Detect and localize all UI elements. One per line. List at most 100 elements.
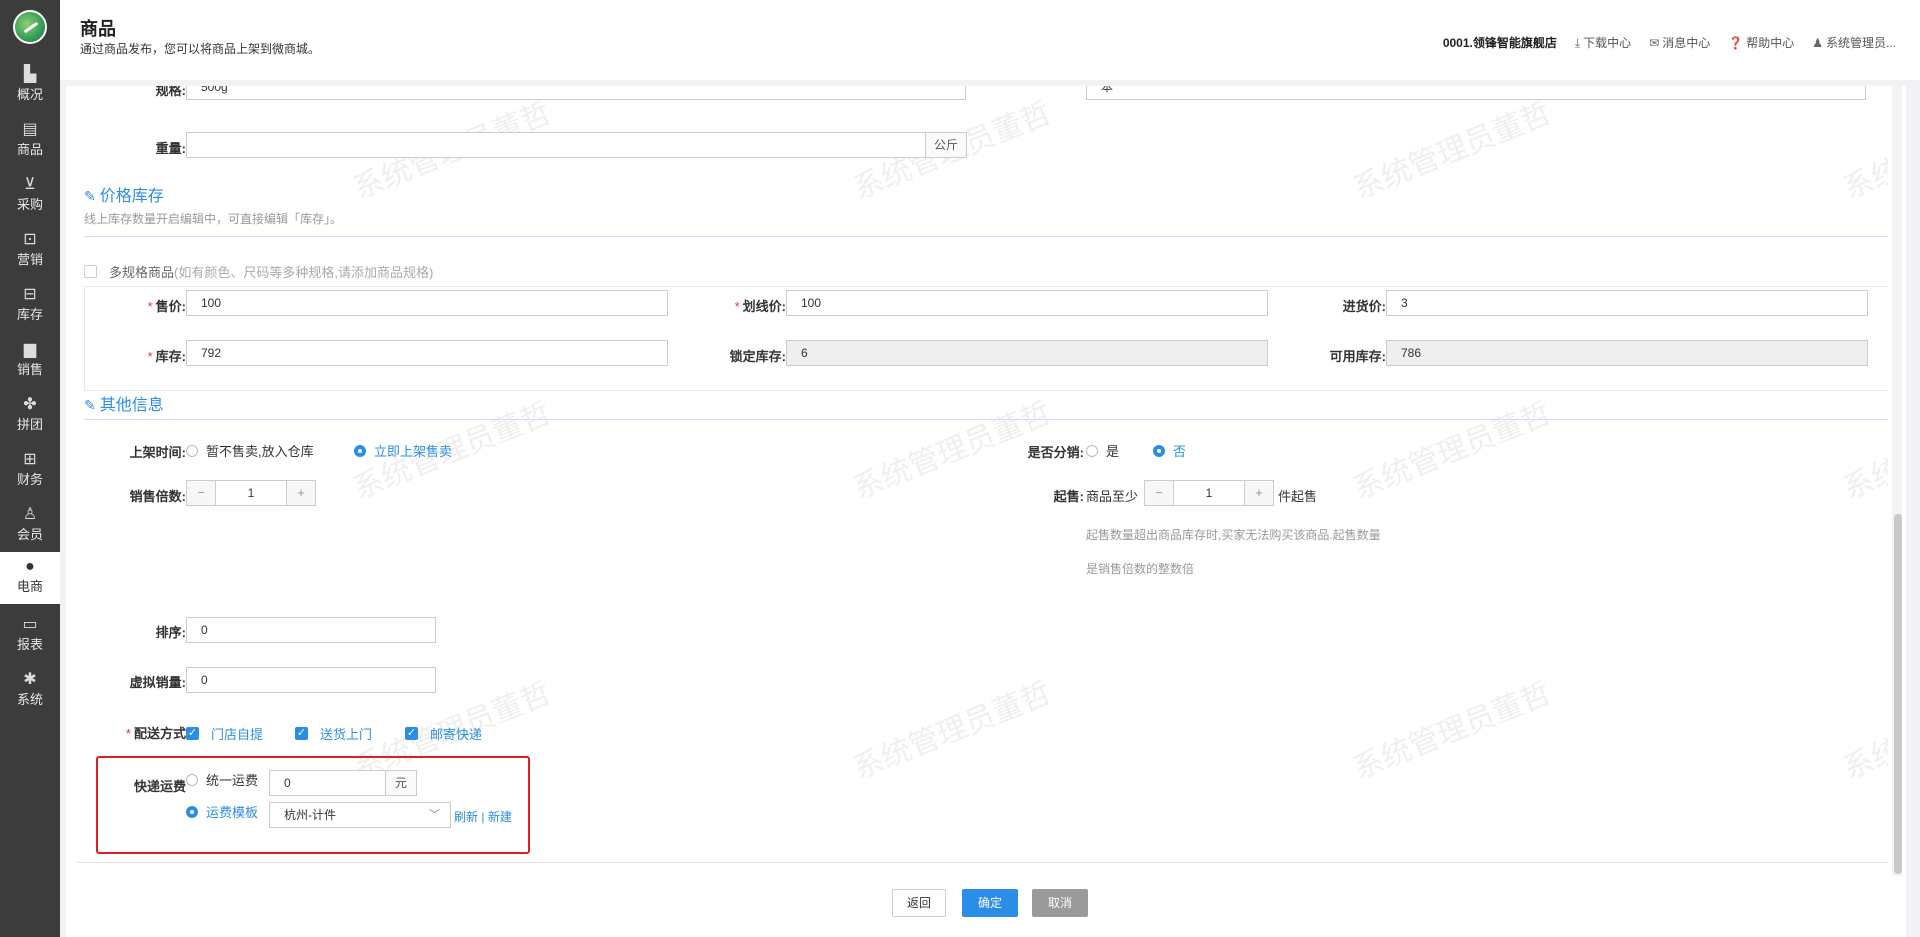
check-icon: ✓: [405, 727, 418, 740]
min-sale-prefix: 商品至少: [1086, 489, 1139, 504]
sidebar-item-inventory[interactable]: ⊟ 库存: [0, 280, 60, 332]
cost-price-label: 进货价:: [1342, 299, 1386, 314]
back-button[interactable]: 返回: [892, 889, 946, 917]
shelf-opt2-label: 立即上架售卖: [374, 444, 453, 459]
sidebar-item-purchase[interactable]: ⊻ 采购: [0, 170, 60, 222]
sale-price-label: * 售价:: [147, 299, 186, 314]
increment-button[interactable]: +: [1245, 481, 1273, 505]
confirm-button[interactable]: 确定: [962, 889, 1018, 917]
min-sale-stepper[interactable]: − 1 +: [1144, 480, 1274, 506]
radio-dot: [186, 805, 198, 818]
new-template-link[interactable]: 新建: [488, 810, 512, 824]
delivery-pickup-checkbox[interactable]: ✓ 门店自提: [186, 724, 263, 743]
min-sale-hint1: 起售数量超出商品库存时,买家无法购买该商品.起售数量: [1086, 528, 1381, 542]
help-label: 帮助中心: [1746, 36, 1795, 50]
section-divider: [84, 419, 1888, 420]
sort-input[interactable]: 0: [186, 617, 436, 643]
message-center-link[interactable]: ✉ 消息中心: [1649, 34, 1710, 51]
radio-dot: [1153, 444, 1165, 457]
delivery-express-checkbox[interactable]: ✓ 邮寄快递: [405, 724, 482, 743]
user-menu[interactable]: ♟ 系统管理员...: [1812, 34, 1896, 51]
sidebar-item-label: 财务: [16, 472, 43, 487]
sidebar-item-label: 报表: [16, 637, 43, 652]
section-divider: [84, 236, 1888, 237]
freight-template-select[interactable]: 杭州-计件 ﹀: [269, 802, 451, 828]
increment-button[interactable]: +: [287, 481, 315, 505]
main-panel: 系统管理员董哲 系统管理员董哲 系统管理员董哲 系统管理员董哲 系统管理员董哲 …: [66, 86, 1906, 937]
watermark: 系统管理员董哲: [1838, 676, 1888, 786]
download-icon: ⤓: [1574, 36, 1581, 50]
distribute-yes-radio[interactable]: 是: [1086, 441, 1119, 460]
edit-icon: ✎: [84, 397, 96, 413]
logo[interactable]: [13, 10, 47, 44]
page-title: 商品: [80, 19, 116, 39]
sidebar-item-group-buy[interactable]: ✤ 拼团: [0, 390, 60, 442]
sidebar-item-ecommerce[interactable]: ● 电商: [0, 552, 60, 604]
sidebar-item-goods[interactable]: ▤ 商品: [0, 115, 60, 167]
sidebar-item-label: 概况: [16, 87, 43, 102]
multi-spec-checkbox[interactable]: 多规格商品 (如有颜色、尺码等多种规格,请添加商品规格): [84, 262, 433, 281]
watermark: 系统管理员董哲: [1838, 396, 1888, 506]
sale-price-label-text: 售价:: [155, 299, 186, 314]
sidebar-item-sales[interactable]: ▆ 销售: [0, 335, 60, 387]
scrollbar-thumb[interactable]: [1894, 514, 1902, 874]
check-icon: ✓: [186, 727, 199, 740]
unit-select[interactable]: 本 ﹀: [1086, 86, 1866, 100]
sidebar-item-marketing[interactable]: ⊡ 营销: [0, 225, 60, 277]
strike-price-input[interactable]: 100: [786, 290, 1268, 316]
spec-label: 规格:: [155, 86, 186, 98]
refresh-link[interactable]: 刷新: [454, 810, 478, 824]
user-icon: ♙: [22, 506, 38, 523]
spec-input[interactable]: 500g: [186, 86, 966, 100]
sidebar-item-finance[interactable]: ⊞ 财务: [0, 445, 60, 497]
store-name[interactable]: 0001.领锋智能旗舰店: [1443, 34, 1557, 51]
sidebar-item-members[interactable]: ♙ 会员: [0, 500, 60, 552]
link-separator: |: [481, 810, 485, 824]
user-icon: ♟: [1812, 36, 1823, 50]
decrement-button[interactable]: −: [187, 481, 215, 505]
freight-unified-radio[interactable]: 统一运费: [186, 770, 258, 789]
other-section-label: 其他信息: [99, 397, 164, 414]
help-icon: ❓: [1728, 36, 1744, 50]
freight-template-radio[interactable]: 运费模板: [186, 802, 258, 821]
sidebar-item-label: 电商: [16, 579, 43, 594]
min-sale-value[interactable]: 1: [1173, 481, 1245, 505]
download-center-link[interactable]: ⤓ 下载中心: [1575, 34, 1631, 51]
cancel-button[interactable]: 取消: [1032, 889, 1088, 917]
sidebar-item-reports[interactable]: ▭ 报表: [0, 610, 60, 662]
sidebar-item-system[interactable]: ✱ 系统: [0, 665, 60, 717]
stock-label: * 库存:: [147, 349, 186, 364]
locked-stock-label: 锁定库存:: [729, 349, 786, 364]
radio-dot: [186, 773, 198, 786]
sidebar-item-label: 营销: [16, 252, 43, 267]
available-stock-label: 可用库存:: [1329, 349, 1386, 364]
delivery-home-checkbox[interactable]: ✓ 送货上门: [295, 724, 372, 743]
delivery-label-text: 配送方式: [133, 726, 186, 741]
delivery-opt-label: 送货上门: [320, 727, 373, 742]
product-form: 系统管理员董哲 系统管理员董哲 系统管理员董哲 系统管理员董哲 系统管理员董哲 …: [76, 86, 1888, 863]
weight-input[interactable]: [186, 132, 926, 158]
distribute-no-label: 否: [1173, 444, 1187, 459]
freight-unified-input[interactable]: 0: [269, 770, 386, 796]
shelf-now-radio[interactable]: 立即上架售卖: [354, 441, 452, 460]
sidebar-item-overview[interactable]: ▙ 概况: [0, 60, 60, 112]
help-center-link[interactable]: ❓ 帮助中心: [1728, 34, 1794, 51]
document-icon: ▤: [22, 121, 38, 138]
freight-template-label: 运费模板: [206, 805, 259, 820]
messages-label: 消息中心: [1662, 36, 1711, 50]
printer-icon: ▆: [23, 341, 37, 358]
shelf-opt1-label: 暂不售卖,放入仓库: [206, 444, 314, 459]
sale-price-input[interactable]: 100: [186, 290, 668, 316]
decrement-button[interactable]: −: [1145, 481, 1173, 505]
distribute-no-radio[interactable]: 否: [1153, 441, 1186, 460]
stock-input[interactable]: 792: [186, 340, 668, 366]
sidebar-item-label: 会员: [16, 527, 43, 542]
shelf-warehouse-radio[interactable]: 暂不售卖,放入仓库: [186, 441, 314, 460]
multiple-value[interactable]: 1: [215, 481, 287, 505]
available-stock-input: 786: [1386, 340, 1868, 366]
virtual-sales-input[interactable]: 0: [186, 667, 436, 693]
cost-price-input[interactable]: 3: [1386, 290, 1868, 316]
watermark: 系统管理员董哲: [1348, 676, 1556, 786]
freight-template-value: 杭州-计件: [284, 808, 336, 822]
multiple-stepper[interactable]: − 1 +: [186, 480, 316, 506]
